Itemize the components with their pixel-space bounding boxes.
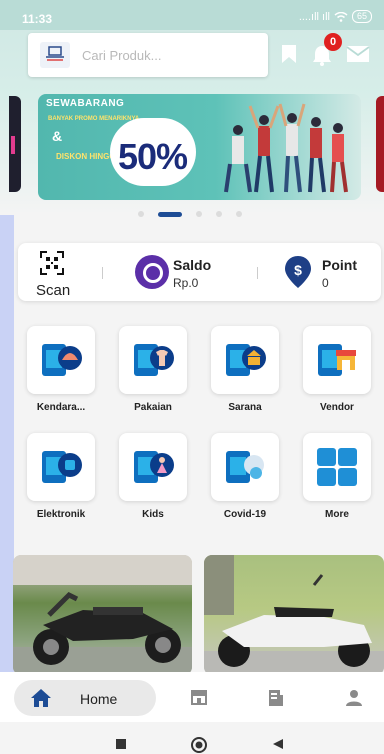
kids-icon [119, 433, 187, 501]
battery-icon: 65 [351, 10, 372, 23]
promo-banner[interactable]: SEWABARANG BANYAK PROMO MENARIKNYA & DIS… [38, 94, 361, 200]
banner-ampersand: & [52, 128, 63, 144]
banner-prev-peek[interactable] [9, 96, 21, 192]
nav-home-label: Home [80, 691, 118, 707]
mail-icon[interactable] [346, 44, 370, 64]
banner-promo-text: BANYAK PROMO MENARIKNYA [48, 116, 140, 122]
profile-icon[interactable] [345, 689, 363, 707]
product-card-scooter[interactable] [204, 555, 384, 675]
category-vendor[interactable]: Vendor [302, 326, 372, 413]
category-label: Covid-19 [223, 509, 267, 520]
recents-button-icon[interactable] [116, 739, 126, 749]
point-title[interactable]: Point [322, 257, 357, 273]
more-grid-icon [303, 433, 371, 501]
carousel-dot[interactable] [236, 211, 242, 217]
category-label: Kendara... [36, 402, 86, 413]
notification-badge: 0 [324, 33, 342, 51]
product-card-motorcycle[interactable] [13, 555, 192, 675]
category-label: Sarana [228, 402, 262, 413]
clothes-icon [119, 326, 187, 394]
carousel-dot[interactable] [216, 211, 222, 217]
saldo-title[interactable]: Saldo [173, 257, 211, 273]
wallet-divider [102, 267, 103, 279]
vendor-store-icon [303, 326, 371, 394]
app-logo [40, 42, 70, 68]
status-time: 11:33 [22, 12, 53, 26]
carousel-dot[interactable] [138, 211, 144, 217]
covid-icon [211, 433, 279, 501]
category-kids[interactable]: Kids [118, 433, 188, 520]
banner-percent: 50% [118, 136, 188, 177]
electronics-icon [27, 433, 95, 501]
point-value: 0 [322, 276, 329, 290]
category-covid[interactable]: Covid-19 [210, 433, 280, 520]
saldo-icon[interactable] [135, 255, 169, 289]
nav-home-tab[interactable]: Home [14, 680, 156, 716]
search-placeholder: Cari Produk... [82, 47, 162, 63]
category-kendaraan[interactable]: Kendara... [26, 326, 96, 413]
system-navigation-bar [0, 722, 384, 754]
saldo-value: Rp.0 [173, 276, 199, 290]
wifi-icon [334, 11, 348, 22]
banner-brand: SEWABARANG [46, 98, 125, 109]
carousel-indicator [138, 211, 242, 217]
home-icon [31, 689, 51, 707]
scan-button[interactable]: Scan [36, 251, 70, 299]
category-label: Kids [142, 509, 164, 520]
scan-label: Scan [36, 282, 71, 299]
category-label: Vendor [320, 402, 354, 413]
status-icons: ....ıll ıll 65 [299, 10, 372, 23]
carousel-dot[interactable] [196, 211, 202, 217]
point-icon[interactable]: $ [284, 255, 312, 289]
motorcycle-photo [13, 555, 192, 675]
search-bar[interactable]: Cari Produk... [28, 33, 268, 77]
signal-icon: ....ıll ıll [298, 10, 330, 23]
bookmark-icon[interactable] [281, 44, 297, 64]
vehicle-icon [27, 326, 95, 394]
carousel-dot-active[interactable] [158, 211, 182, 217]
category-pakaian[interactable]: Pakaian [118, 326, 188, 413]
shop-icon[interactable] [190, 689, 208, 705]
banner-people-illustration [224, 103, 348, 193]
scooter-photo [204, 555, 384, 675]
wallet-divider [257, 267, 258, 279]
banner-next-peek[interactable] [376, 96, 384, 192]
category-more[interactable]: More [302, 433, 372, 520]
category-label: Elektronik [36, 509, 86, 520]
orders-icon[interactable] [268, 689, 284, 707]
svg-text:$: $ [294, 262, 302, 278]
category-label: More [325, 509, 349, 520]
category-elektronik[interactable]: Elektronik [26, 433, 96, 520]
back-button-icon[interactable] [272, 738, 284, 750]
facility-icon [211, 326, 279, 394]
wallet-card: Scan Saldo Rp.0 $ Point 0 [18, 243, 381, 301]
qr-scan-icon [40, 251, 64, 275]
category-label: Pakaian [134, 402, 172, 413]
status-bar: 11:33 ....ıll ıll 65 [0, 0, 384, 30]
bottom-navigation: Home [0, 672, 384, 722]
home-button-icon[interactable] [190, 736, 208, 754]
category-sarana[interactable]: Sarana [210, 326, 280, 413]
